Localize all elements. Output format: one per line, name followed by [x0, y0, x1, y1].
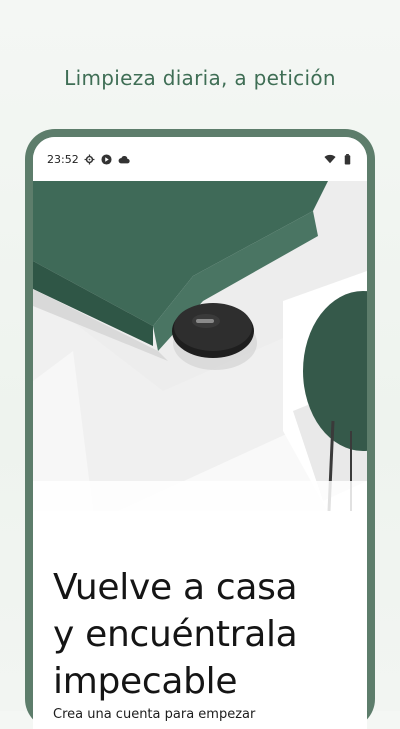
- wifi-icon: [324, 153, 336, 165]
- app-screen: 23:52 Vuelve a casa y encuéntrala impeca…: [33, 137, 367, 729]
- battery-icon: [341, 153, 353, 165]
- play-icon: [101, 153, 113, 165]
- hero-title-line-1: Vuelve a casa: [53, 567, 298, 608]
- hero-subtitle: Crea una cuenta para empezar: [53, 707, 256, 722]
- phone-frame: 23:52 Vuelve a casa y encuéntrala impeca…: [25, 129, 375, 729]
- hero-illustration: Vuelve a casa y encuéntrala impecable Cr…: [33, 181, 367, 729]
- cloud-icon: [118, 153, 130, 165]
- hero-title-line-2: y encuéntrala: [53, 614, 298, 655]
- settings-icon: [84, 153, 96, 165]
- status-time: 23:52: [47, 152, 79, 166]
- promo-headline: Limpieza diaria, a petición: [64, 66, 336, 90]
- status-bar: 23:52: [33, 137, 367, 181]
- hero-title: Vuelve a casa y encuéntrala impecable: [53, 564, 353, 705]
- hero-title-line-3: impecable: [53, 661, 238, 702]
